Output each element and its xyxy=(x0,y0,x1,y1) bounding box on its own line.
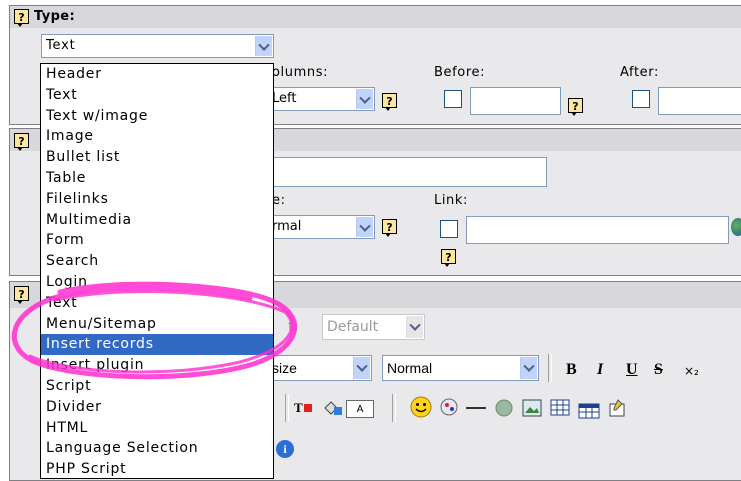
format-select[interactable]: Default xyxy=(322,314,425,340)
chevron-down-icon[interactable] xyxy=(356,89,373,109)
info-icon[interactable]: i xyxy=(276,440,294,458)
type-select-value: Text xyxy=(46,38,76,53)
after-input[interactable] xyxy=(658,87,741,115)
before-input[interactable] xyxy=(470,87,561,115)
list-item[interactable]: PHP Script xyxy=(41,459,273,480)
list-item[interactable]: Form xyxy=(41,230,273,251)
list-item[interactable]: Language Selection xyxy=(41,438,273,459)
columns-select-value: Left xyxy=(272,91,297,106)
chevron-down-icon[interactable] xyxy=(353,357,370,379)
list-item[interactable]: Divider xyxy=(41,397,273,418)
list-item[interactable]: Filelinks xyxy=(41,189,273,210)
smiley-icon[interactable] xyxy=(410,396,432,418)
list-item[interactable]: Table xyxy=(41,168,273,189)
type-select[interactable]: Text xyxy=(41,34,274,58)
chevron-down-icon[interactable] xyxy=(356,217,373,237)
list-item[interactable]: Text xyxy=(41,85,273,106)
columns-label: olumns: xyxy=(272,65,329,80)
header-help-icon[interactable]: ? xyxy=(14,133,29,151)
italic-button[interactable]: I xyxy=(597,361,603,379)
chevron-down-icon[interactable] xyxy=(255,36,272,56)
before-help-icon[interactable]: ? xyxy=(568,98,583,116)
list-item[interactable]: Multimedia xyxy=(41,210,273,231)
list-item[interactable]: Text w/image xyxy=(41,106,273,127)
link-input[interactable] xyxy=(466,216,729,244)
link-icon[interactable] xyxy=(494,398,514,418)
list-item[interactable]: Header xyxy=(41,64,273,85)
image-icon[interactable] xyxy=(522,398,542,418)
after-checkbox[interactable] xyxy=(632,90,650,108)
list-item[interactable]: Search xyxy=(41,251,273,272)
strikethrough-button[interactable]: S xyxy=(654,361,663,379)
style-select-value: rmal xyxy=(272,219,302,234)
list-item[interactable]: HTML xyxy=(41,418,273,439)
link-help-icon[interactable]: ? xyxy=(441,249,456,267)
before-checkbox[interactable] xyxy=(444,90,462,108)
type-help-icon[interactable]: ? xyxy=(14,9,29,27)
list-item[interactable]: Bullet list xyxy=(41,147,273,168)
before-label: Before: xyxy=(434,65,486,80)
highlight-annotation xyxy=(11,281,298,380)
special-char-icon[interactable] xyxy=(439,397,459,417)
cell-props-icon[interactable] xyxy=(608,398,628,418)
after-label: After: xyxy=(620,65,659,80)
link-label: Link: xyxy=(434,193,469,208)
chevron-down-icon[interactable] xyxy=(520,357,537,379)
globe-icon[interactable] xyxy=(731,218,741,236)
background-color-icon[interactable] xyxy=(322,399,344,417)
style-select[interactable]: rmal xyxy=(268,215,375,239)
bold-button[interactable]: B xyxy=(566,361,577,379)
toolbar-divider xyxy=(285,394,289,422)
text-color-icon[interactable]: T xyxy=(294,400,314,418)
columns-select[interactable]: Left xyxy=(268,87,375,111)
type-label: Type: xyxy=(34,9,76,24)
columns-help-icon[interactable]: ? xyxy=(382,93,397,111)
header-input[interactable] xyxy=(268,157,547,187)
list-item[interactable]: Image xyxy=(41,126,273,147)
block-style-select[interactable]: Normal xyxy=(382,355,539,381)
style-label: e: xyxy=(272,193,286,208)
format-select-value: Default xyxy=(327,319,379,335)
chevron-down-icon[interactable] xyxy=(406,316,423,338)
link-checkbox[interactable] xyxy=(440,220,458,238)
table-icon[interactable] xyxy=(550,398,570,418)
toolbar-divider xyxy=(392,394,396,422)
type-section-header xyxy=(10,6,741,28)
horizontal-rule-icon[interactable] xyxy=(466,407,486,409)
style-help-icon[interactable]: ? xyxy=(382,219,397,237)
block-style-select-value: Normal xyxy=(387,360,433,376)
subscript-button[interactable]: ×₂ xyxy=(684,364,699,378)
underline-button[interactable]: U xyxy=(626,361,638,379)
font-box-icon[interactable]: A xyxy=(346,400,374,418)
table-props-icon[interactable] xyxy=(578,400,600,420)
toolbar-divider xyxy=(548,354,552,382)
